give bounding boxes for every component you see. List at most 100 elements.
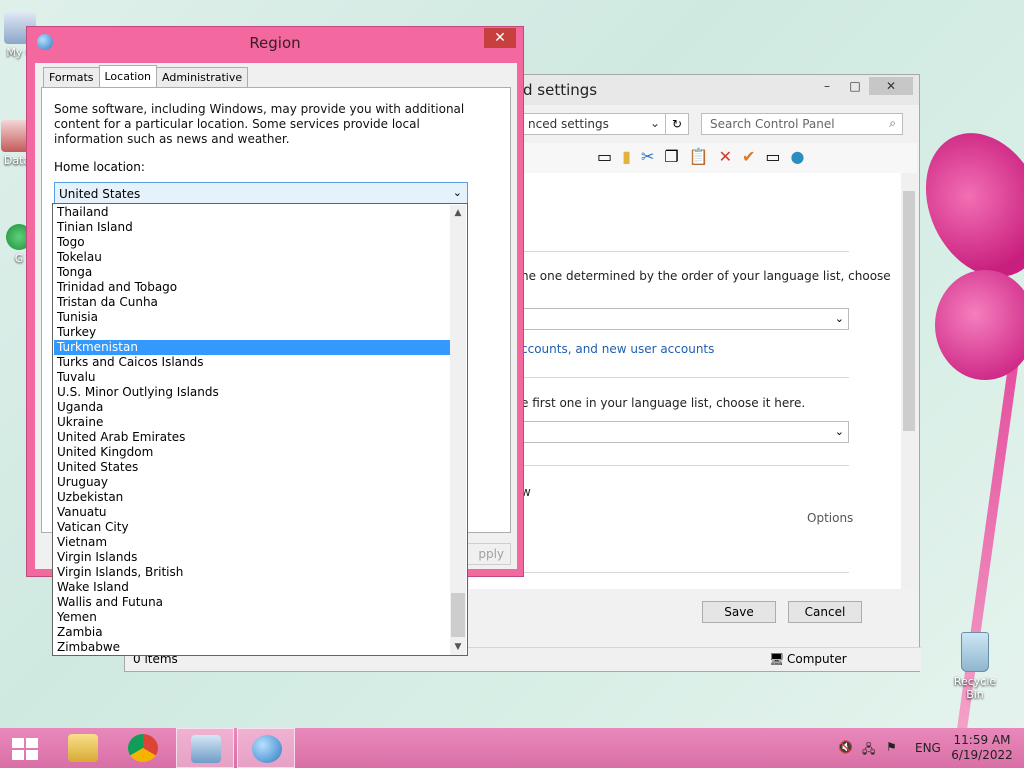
dropdown-item[interactable]: Togo [54, 235, 451, 250]
tab-strip: Formats Location Administrative [43, 65, 249, 87]
chevron-down-icon: ⌄ [834, 312, 844, 325]
divider [469, 572, 849, 573]
dropdown-item[interactable]: Uganda [54, 400, 451, 415]
clock-date: 6/19/2022 [951, 748, 1013, 762]
setting-description: ne one determined by the order of your l… [521, 269, 891, 283]
scrollbar-thumb[interactable] [903, 191, 915, 431]
dropdown-item[interactable]: Zambia [54, 625, 451, 640]
dropdown-item[interactable]: Turkey [54, 325, 451, 340]
dropdown-item[interactable]: Turkmenistan [54, 340, 451, 355]
dropdown-item[interactable]: United Kingdom [54, 445, 451, 460]
setting-combo[interactable]: ⌄ [469, 421, 849, 443]
scrollbar-thumb[interactable] [451, 593, 465, 637]
home-location-value: United States [59, 187, 141, 201]
paste-icon[interactable]: 📋 [689, 147, 709, 173]
control-panel-icon [191, 735, 221, 763]
computer-icon: 🖥 [769, 652, 785, 666]
dropdown-item[interactable]: United Arab Emirates [54, 430, 451, 445]
dropdown-item[interactable]: Tristan da Cunha [54, 295, 451, 310]
globe-icon [252, 735, 282, 763]
dropdown-list: Thailand Tinian Island Togo Tokelau Tonga Tri… [54, 205, 451, 655]
dropdown-item[interactable]: Tonga [54, 265, 451, 280]
dropdown-item[interactable]: Vietnam [54, 535, 451, 550]
check-icon[interactable]: ✔ [742, 147, 755, 173]
search-icon: ⌕ [889, 116, 896, 130]
wallpaper-flower-petal [935, 270, 1024, 380]
refresh-button[interactable]: ↻ [665, 113, 689, 135]
home-location-label: Home location: [54, 160, 145, 174]
taskbar-file-explorer[interactable] [54, 728, 112, 768]
close-button[interactable]: ✕ [484, 28, 516, 48]
chevron-down-icon: ⌄ [834, 425, 844, 438]
scroll-down-icon[interactable]: ▼ [450, 639, 466, 655]
location-description: Some software, including Windows, may pr… [54, 102, 465, 146]
network-icon[interactable]: 🖧 [862, 740, 875, 768]
home-location-dropdown[interactable]: Thailand Tinian Island Togo Tokelau Tonga Tri… [52, 203, 468, 656]
dropdown-item[interactable]: Tinian Island [54, 220, 451, 235]
dropdown-item[interactable]: Virgin Islands, British [54, 565, 451, 580]
setting-combo[interactable]: ⌄ [469, 308, 849, 330]
dropdown-item[interactable]: United States [54, 460, 451, 475]
chrome-icon [128, 734, 158, 762]
window-controls: – □ ✕ [813, 77, 913, 95]
windows-logo-icon [12, 738, 38, 760]
dropdown-item[interactable]: Virgin Islands [54, 550, 451, 565]
copy-icon[interactable]: ❐ [664, 147, 678, 173]
divider [469, 465, 849, 466]
properties-icon[interactable]: ▭ [765, 147, 780, 173]
search-input[interactable]: Search Control Panel ⌕ [701, 113, 903, 135]
scroll-up-icon[interactable]: ▲ [450, 205, 466, 221]
save-button[interactable]: Save [702, 601, 776, 623]
recycle-bin[interactable]: Recycle Bin [944, 632, 1006, 701]
folder-icon [68, 734, 98, 762]
maximize-button[interactable]: □ [841, 77, 869, 95]
options-link[interactable]: Options [807, 511, 853, 525]
start-button[interactable] [0, 728, 58, 768]
dropdown-item[interactable]: Thailand [54, 205, 451, 220]
dropdown-item[interactable]: Vatican City [54, 520, 451, 535]
dropdown-scrollbar[interactable]: ▲ ▼ [450, 205, 466, 655]
dropdown-item[interactable]: Turks and Caicos Islands [54, 355, 451, 370]
home-location-select[interactable]: United States ⌄ [54, 182, 468, 205]
close-button[interactable]: ✕ [869, 77, 913, 95]
dropdown-item[interactable]: Tuvalu [54, 370, 451, 385]
chevron-down-icon: ⌄ [452, 186, 462, 199]
dropdown-item[interactable]: Uruguay [54, 475, 451, 490]
tab-administrative[interactable]: Administrative [156, 67, 249, 87]
toolbar: ▭ ▮ ✂ ❐ 📋 ✕ ✔ ▭ ● [469, 143, 917, 173]
action-center-flag-icon[interactable]: ⚑ [886, 740, 897, 768]
dropdown-item[interactable]: Uzbekistan [54, 490, 451, 505]
delete-icon[interactable]: ✕ [719, 147, 732, 173]
taskbar-region[interactable] [237, 728, 295, 768]
dropdown-item[interactable]: U.S. Minor Outlying Islands [54, 385, 451, 400]
accounts-link[interactable]: ccounts, and new user accounts [521, 342, 714, 356]
recycle-bin-icon [961, 632, 989, 672]
cancel-button[interactable]: Cancel [788, 601, 862, 623]
minimize-button[interactable]: – [813, 77, 841, 95]
tab-location[interactable]: Location [98, 65, 158, 87]
language-indicator[interactable]: ENG [915, 741, 941, 768]
volume-muted-icon[interactable]: 🔇 [838, 740, 853, 768]
dropdown-item[interactable]: Tunisia [54, 310, 451, 325]
taskbar-control-panel[interactable] [176, 728, 234, 768]
dialog-title: Region [249, 34, 301, 52]
dropdown-item[interactable]: Ukraine [54, 415, 451, 430]
layout-icon[interactable]: ▭ [597, 147, 612, 173]
taskbar-chrome[interactable] [114, 728, 172, 768]
taskbar: 🔇 🖧 ⚑ ENG 11:59 AM 6/19/2022 [0, 728, 1024, 768]
dropdown-item[interactable]: Vanuatu [54, 505, 451, 520]
dropdown-item[interactable]: Zimbabwe [54, 640, 451, 655]
dropdown-item[interactable]: Wallis and Futuna [54, 595, 451, 610]
dropdown-item[interactable]: Trinidad and Tobago [54, 280, 451, 295]
control-panel-title: d settings [523, 81, 598, 99]
tab-formats[interactable]: Formats [43, 67, 100, 87]
dropdown-item[interactable]: Yemen [54, 610, 451, 625]
clock[interactable]: 11:59 AM 6/19/2022 [950, 733, 1014, 763]
chevron-down-icon[interactable]: ⌄ [650, 116, 660, 130]
cut-icon[interactable]: ✂ [641, 147, 654, 173]
globe-icon[interactable]: ● [791, 147, 805, 173]
dropdown-item[interactable]: Wake Island [54, 580, 451, 595]
dropdown-item[interactable]: Tokelau [54, 250, 451, 265]
scrollbar[interactable] [901, 173, 917, 589]
folder-icon[interactable]: ▮ [622, 147, 631, 173]
